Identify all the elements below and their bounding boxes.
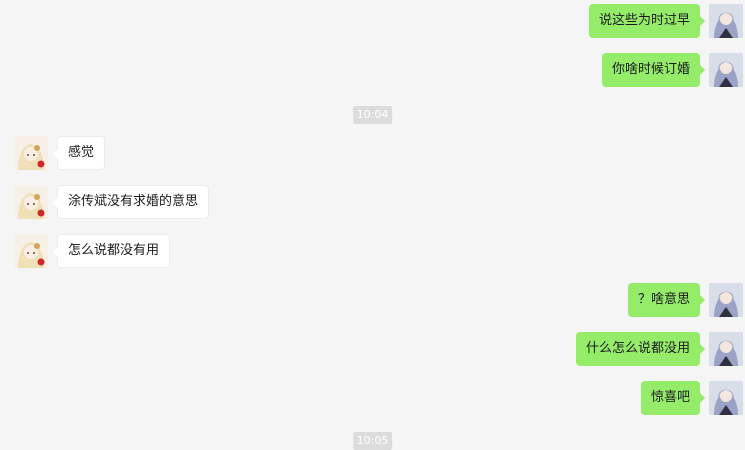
message-bubble[interactable]: 涂传斌没有求婚的意思 [52, 185, 210, 219]
avatar-self[interactable] [709, 283, 743, 317]
message-bubble[interactable]: 感觉 [52, 136, 106, 170]
chat-area: 说这些为时过早 你啥时候订婚 10:04 感觉 涂传斌没有求婚的意思 怎么说都没… [0, 0, 745, 450]
avatar-self-image [709, 53, 743, 87]
message-row-received: 感觉 [0, 136, 400, 170]
message-bubble[interactable]: 什么怎么说都没用 [575, 332, 706, 366]
message-row-sent: 惊喜吧 [345, 381, 745, 415]
avatar-contact[interactable] [14, 136, 48, 170]
message-bubble[interactable]: 惊喜吧 [640, 381, 706, 415]
avatar-self[interactable] [709, 53, 743, 87]
message-row-sent: 什么怎么说都没用 [345, 332, 745, 366]
message-bubble[interactable]: 你啥时候订婚 [601, 53, 706, 87]
message-row-received: 涂传斌没有求婚的意思 [0, 185, 400, 219]
avatar-contact[interactable] [14, 185, 48, 219]
message-bubble[interactable]: 说这些为时过早 [588, 4, 706, 38]
avatar-self-image [709, 332, 743, 366]
timestamp: 10:04 [352, 106, 393, 124]
message-row-sent: 你啥时候订婚 [345, 53, 745, 87]
avatar-self-image [709, 381, 743, 415]
avatar-self-image [709, 4, 743, 38]
timestamp: 10:05 [352, 432, 393, 450]
message-bubble[interactable]: ？啥意思 [627, 283, 706, 317]
message-bubble[interactable]: 怎么说都没有用 [52, 234, 171, 268]
avatar-self[interactable] [709, 4, 743, 38]
avatar-contact[interactable] [14, 234, 48, 268]
avatar-self[interactable] [709, 381, 743, 415]
avatar-contact-image [14, 136, 48, 170]
message-row-sent: ？啥意思 [345, 283, 745, 317]
message-row-sent: 说这些为时过早 [345, 4, 745, 38]
avatar-self[interactable] [709, 332, 743, 366]
avatar-contact-image [14, 234, 48, 268]
avatar-self-image [709, 283, 743, 317]
avatar-contact-image [14, 185, 48, 219]
message-row-received: 怎么说都没有用 [0, 234, 400, 268]
